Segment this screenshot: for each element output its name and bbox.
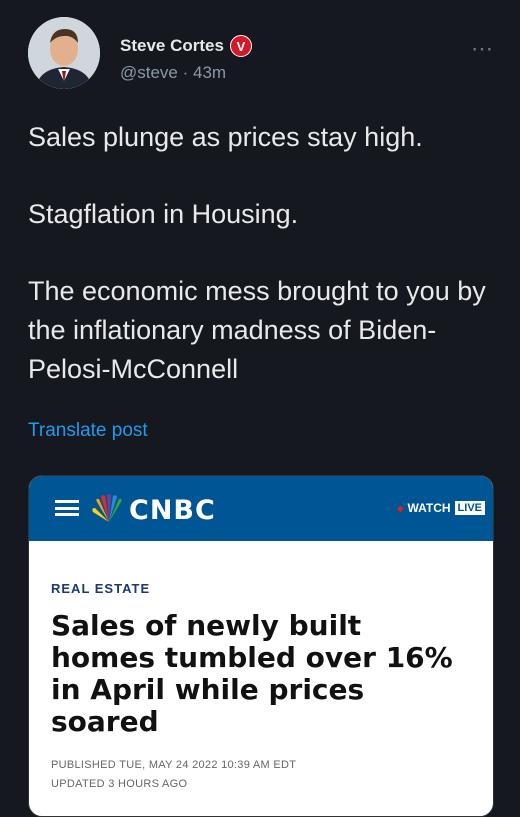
tweet-paragraph: Stagflation in Housing. — [28, 199, 299, 229]
section-label: REAL ESTATE — [51, 581, 151, 596]
card-body: REAL ESTATE Sales of newly built homes t… — [29, 581, 493, 794]
menu-icon — [55, 500, 79, 516]
updated-time: UPDATED 3 HOURS AGO — [51, 778, 188, 790]
article-meta: PUBLISHED TUE, MAY 24 2022 10:39 AM EDT … — [51, 756, 471, 794]
live-badge: LIVE — [454, 501, 485, 515]
tweet-paragraph: Sales plunge as prices stay high. — [28, 122, 423, 152]
watch-label: WATCH — [407, 501, 451, 515]
watch-live-button: ◆ WATCH LIVE — [397, 501, 485, 515]
link-preview-card[interactable]: CNBC ◆ WATCH LIVE REAL ESTATE Sales of n… — [28, 475, 494, 817]
article-headline: Sales of newly built homes tumbled over … — [51, 609, 453, 738]
author-name-row[interactable]: Steve Cortes V — [120, 35, 252, 57]
handle-timestamp[interactable]: @steve · 43m — [120, 63, 226, 83]
tweet-paragraph: The economic mess brought to you by the … — [28, 276, 486, 384]
avatar[interactable] — [28, 17, 100, 89]
verified-badge-icon: V — [229, 35, 252, 57]
peacock-logo-icon — [92, 494, 122, 522]
more-options-icon[interactable]: ⋯ — [471, 36, 494, 62]
cnbc-brand: CNBC — [129, 495, 216, 526]
published-date: PUBLISHED TUE, MAY 24 2022 10:39 AM EDT — [51, 759, 297, 771]
translate-post-link[interactable]: Translate post — [28, 420, 148, 442]
cnbc-header: CNBC ◆ WATCH LIVE — [29, 476, 493, 541]
tweet-text: Sales plunge as prices stay high. Stagfl… — [28, 118, 498, 427]
author-name[interactable]: Steve Cortes — [120, 36, 224, 56]
live-dot-icon: ◆ — [397, 503, 404, 513]
